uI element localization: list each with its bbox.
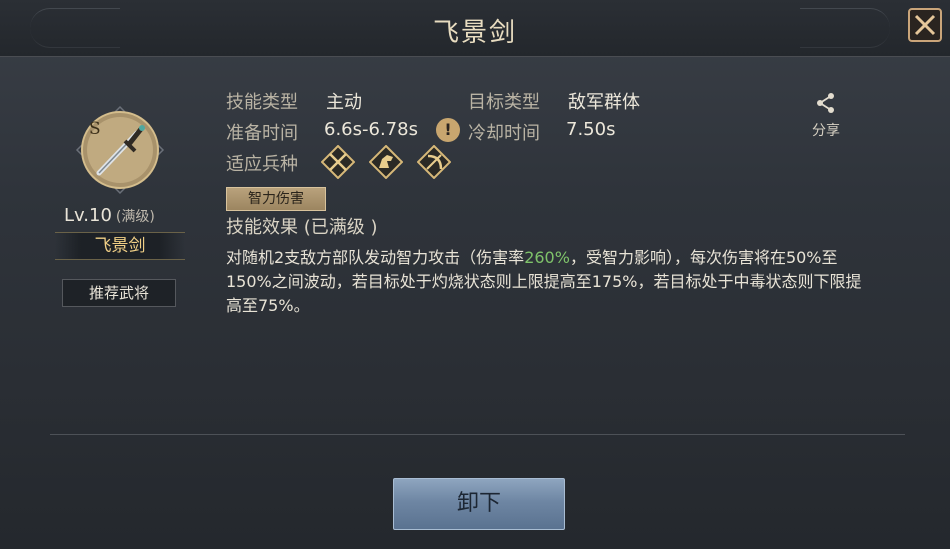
damage-rate-highlight: 260% [524,248,570,267]
share-button[interactable]: 分享 [800,92,852,140]
skill-type-label: 技能类型 [226,92,298,113]
spear-infantry-icon [320,144,356,180]
damage-type-badge: 智力伤害 [226,187,326,211]
effect-desc-part1: 对随机2支敌方部队发动智力攻击（伤害率 [226,248,525,267]
skill-type-value: 主动 [326,92,362,113]
effect-title: 技能效果 (已满级 ) [226,217,378,238]
cooldown-value: 7.50s [566,119,616,140]
unload-button[interactable]: 卸下 [393,478,565,530]
prep-time-value: 6.6s-6.78s [324,119,418,140]
info-exclamation-icon[interactable]: ! [436,118,460,142]
effect-description: 对随机2支敌方部队发动智力攻击（伤害率260%，受智力影响），每次伤害将在50%… [226,246,876,318]
close-button[interactable] [908,8,942,42]
title-bar: 飞景剑 [0,0,950,57]
share-label: 分享 [812,123,840,139]
share-icon [817,93,834,113]
close-icon [914,14,936,36]
page-title: 飞景剑 [432,18,517,48]
target-type-value: 敌军群体 [568,92,640,113]
grade-letter: S [89,119,101,139]
target-type-label: 目标类型 [468,92,540,113]
recommend-generals-button[interactable]: 推荐武将 [62,279,176,307]
cavalry-icon [368,144,404,180]
divider [50,434,905,435]
prep-time-label: 准备时间 [226,123,298,144]
troop-type-label: 适应兵种 [226,154,298,175]
level-note: (满级) [115,209,155,225]
skill-emblem: S [75,105,165,195]
skill-level: Lv.10 (满级) [64,205,184,226]
level-value: Lv.10 [64,205,112,226]
cooldown-label: 冷却时间 [468,123,540,144]
archer-icon [416,144,452,180]
skill-name-badge: 飞景剑 [55,232,185,260]
